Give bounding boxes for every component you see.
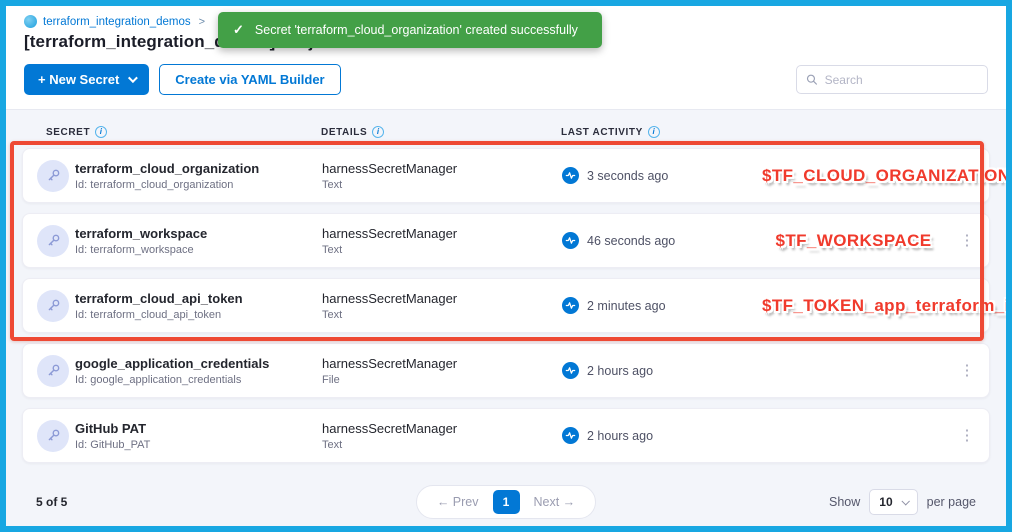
table-row[interactable]: terraform_workspace Id: terraform_worksp…: [22, 213, 990, 268]
secret-name: terraform_cloud_organization: [75, 161, 322, 176]
secret-id: Id: terraform_cloud_organization: [75, 179, 322, 191]
chevron-down-icon: [128, 73, 138, 83]
success-toast: ✓ Secret 'terraform_cloud_organization' …: [218, 12, 602, 48]
content-area: SECRET i DETAILS i LAST ACTIVITY i terra…: [6, 109, 1006, 526]
secret-id: Id: google_application_credentials: [75, 374, 322, 386]
page-size-value: 10: [879, 495, 892, 509]
row-menu-icon[interactable]: ⋮: [945, 364, 989, 378]
secret-manager: harnessSecretManager: [322, 421, 562, 436]
show-label: Show: [829, 495, 860, 509]
per-page-label: per page: [927, 495, 976, 509]
prev-page-button[interactable]: ← Prev: [429, 493, 487, 511]
search-input[interactable]: [825, 73, 978, 87]
row-menu-icon[interactable]: ⋮: [945, 429, 989, 443]
key-icon: [37, 290, 69, 322]
chevron-right-icon: >: [199, 16, 205, 28]
secret-list: terraform_cloud_organization Id: terrafo…: [22, 148, 990, 463]
pagination: ← Prev 1 Next →: [416, 485, 596, 519]
secret-name: GitHub PAT: [75, 421, 322, 436]
next-page-button[interactable]: Next →: [526, 493, 584, 511]
activity-icon: [562, 362, 579, 379]
annotation-text: $TF_CLOUD_ORGANIZATION: [762, 166, 1010, 186]
table-row[interactable]: terraform_cloud_organization Id: terrafo…: [22, 148, 990, 203]
annotation-text: $TF_TOKEN_app_terraform_io: [762, 296, 1012, 316]
activity-icon: [562, 427, 579, 444]
secret-type: File: [322, 374, 562, 386]
new-secret-button[interactable]: + New Secret: [24, 64, 149, 95]
current-page-button[interactable]: 1: [493, 490, 520, 514]
secret-id: Id: terraform_cloud_api_token: [75, 309, 322, 321]
project-icon: [24, 15, 37, 28]
secret-name: terraform_cloud_api_token: [75, 291, 322, 306]
key-icon: [37, 160, 69, 192]
secret-type: Text: [322, 179, 562, 191]
info-icon[interactable]: i: [372, 126, 384, 138]
result-count: 5 of 5: [36, 495, 416, 509]
secret-type: Text: [322, 439, 562, 451]
new-secret-label: + New Secret: [38, 72, 119, 87]
info-icon[interactable]: i: [648, 126, 660, 138]
search-icon: [806, 73, 818, 86]
annotation-text: $TF_WORKSPACE: [762, 231, 945, 251]
chevron-down-icon: [901, 497, 909, 505]
breadcrumb-project-link[interactable]: terraform_integration_demos: [43, 16, 191, 28]
column-header-details: DETAILS i: [321, 126, 561, 138]
secret-manager: harnessSecretManager: [322, 356, 562, 371]
secret-type: Text: [322, 309, 562, 321]
row-menu-icon[interactable]: ⋮: [945, 234, 989, 248]
last-activity-text: 2 hours ago: [587, 429, 653, 443]
table-row[interactable]: google_application_credentials Id: googl…: [22, 343, 990, 398]
info-icon[interactable]: i: [95, 126, 107, 138]
table-footer: 5 of 5 ← Prev 1 Next → Show 10 per page: [22, 463, 990, 519]
last-activity-text: 2 minutes ago: [587, 299, 666, 313]
activity-icon: [562, 232, 579, 249]
toast-message: Secret 'terraform_cloud_organization' cr…: [255, 23, 578, 37]
table-row[interactable]: GitHub PAT Id: GitHub_PAT harnessSecretM…: [22, 408, 990, 463]
toolbar: + New Secret Create via YAML Builder: [6, 52, 1006, 109]
activity-icon: [562, 297, 579, 314]
last-activity-text: 3 seconds ago: [587, 169, 668, 183]
secret-manager: harnessSecretManager: [322, 161, 562, 176]
secret-id: Id: terraform_workspace: [75, 244, 322, 256]
table-row[interactable]: terraform_cloud_api_token Id: terraform_…: [22, 278, 990, 333]
last-activity-text: 2 hours ago: [587, 364, 653, 378]
column-header-last-activity: LAST ACTIVITY i: [561, 126, 990, 138]
check-icon: ✓: [233, 22, 244, 38]
search-box[interactable]: [796, 65, 988, 94]
last-activity-text: 46 seconds ago: [587, 234, 675, 248]
column-header-secret: SECRET i: [46, 126, 321, 138]
secret-id: Id: GitHub_PAT: [75, 439, 322, 451]
app-window: ✓ Secret 'terraform_cloud_organization' …: [0, 0, 1012, 532]
key-icon: [37, 420, 69, 452]
secret-manager: harnessSecretManager: [322, 291, 562, 306]
secret-type: Text: [322, 244, 562, 256]
page-size-control: Show 10 per page: [596, 489, 976, 515]
table-header: SECRET i DETAILS i LAST ACTIVITY i: [22, 120, 990, 148]
key-icon: [37, 355, 69, 387]
key-icon: [37, 225, 69, 257]
secret-name: google_application_credentials: [75, 356, 322, 371]
activity-icon: [562, 167, 579, 184]
secret-manager: harnessSecretManager: [322, 226, 562, 241]
create-via-yaml-builder-button[interactable]: Create via YAML Builder: [159, 64, 340, 95]
page-size-select[interactable]: 10: [869, 489, 917, 515]
secret-name: terraform_workspace: [75, 226, 322, 241]
